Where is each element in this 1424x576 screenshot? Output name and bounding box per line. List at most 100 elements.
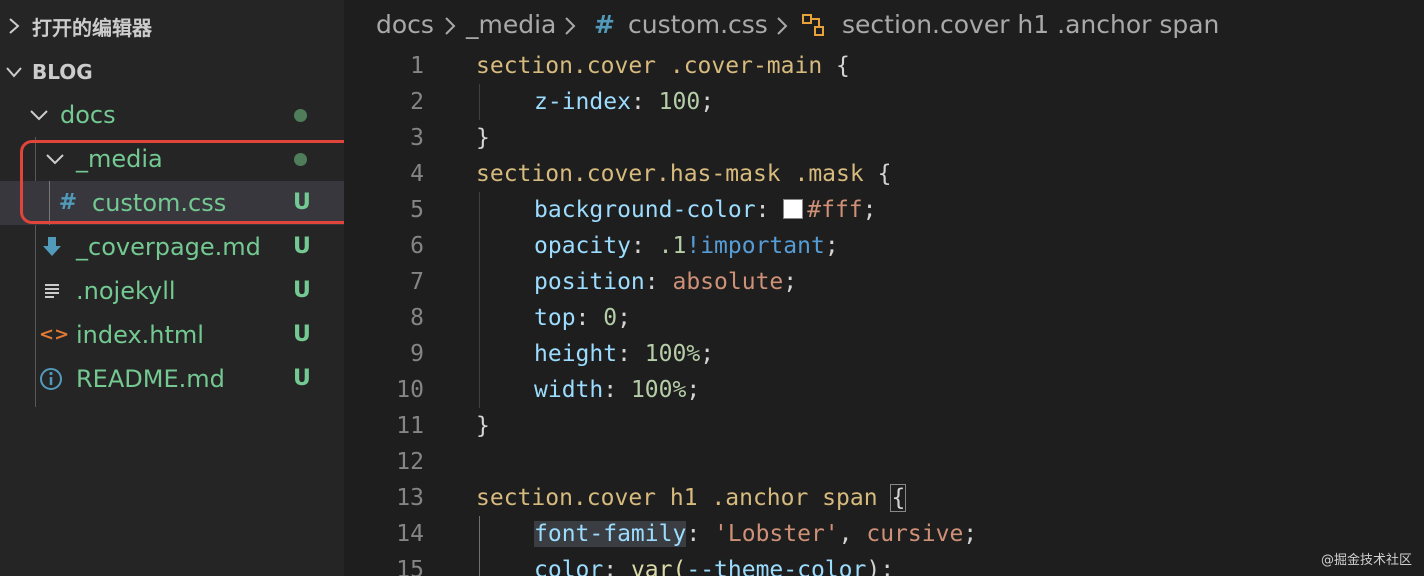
indent-guide [479, 84, 480, 120]
line-number: 4 [410, 161, 424, 187]
semicolon: ; [783, 269, 798, 295]
colon: : [630, 233, 659, 259]
code-line: position: absolute; [534, 264, 797, 300]
selector-symbol-icon [802, 14, 824, 36]
breadcrumb-docs[interactable]: docs [376, 10, 434, 39]
tree-item-coverpage[interactable]: _coverpage.md U [0, 225, 344, 269]
chevron-right-icon [565, 17, 576, 35]
css-value: absolute [672, 269, 784, 295]
open-editors-title: 打开的编辑器 [32, 15, 152, 40]
annotation-highlight-box [20, 140, 344, 224]
code-line: } [476, 120, 490, 156]
line-number: 1 [410, 53, 424, 79]
css-file-icon: # [594, 10, 615, 39]
semicolon: ; [617, 305, 631, 331]
code-line: section.cover h1 .anchor span { [476, 480, 907, 516]
css-property: width [534, 377, 604, 403]
brace: } [476, 125, 490, 151]
colon: : [644, 269, 673, 295]
code-line: section.cover.has-mask .mask { [476, 156, 891, 192]
css-value: #fff [807, 197, 863, 223]
open-editors-header[interactable]: 打开的编辑器 [0, 4, 344, 48]
code-line: z-index: 100; [534, 84, 714, 120]
semicolon: ; [700, 341, 715, 367]
project-header[interactable]: BLOG [0, 50, 344, 94]
css-selector: section.cover .cover-main [476, 53, 823, 79]
css-value: .1 [658, 233, 687, 259]
css-function: var( [630, 557, 687, 576]
git-status-badge: U [293, 366, 311, 391]
chevron-right-icon [777, 17, 788, 35]
css-variable: --theme-color [686, 557, 867, 576]
semicolon: ; [862, 197, 877, 223]
colon: : [603, 377, 631, 403]
css-property: z-index [534, 89, 631, 115]
git-status-badge: U [293, 234, 311, 259]
info-icon [40, 368, 62, 390]
code-line: background-color: #fff; [534, 192, 877, 228]
colon: : [603, 557, 631, 576]
colon: : [575, 305, 604, 331]
line-number: 3 [410, 125, 424, 151]
git-status-badge: U [293, 322, 311, 347]
important-keyword: !important [686, 233, 825, 259]
code-line: font-family: 'Lobster', cursive; [534, 516, 977, 552]
css-property: position [534, 269, 645, 295]
css-selector: section.cover h1 .anchor span [476, 485, 878, 511]
code-line: section.cover .cover-main { [476, 48, 850, 84]
tree-item-index-html[interactable]: <> index.html U [0, 313, 344, 357]
code-line: top: 0; [534, 300, 631, 336]
code-line: width: 100%; [534, 372, 700, 408]
css-string: 'Lobster' [714, 521, 839, 547]
line-number: 5 [410, 197, 424, 223]
css-value: 100% [630, 377, 687, 403]
brace: { [822, 53, 850, 79]
semicolon: ; [824, 233, 839, 259]
color-swatch[interactable] [783, 199, 804, 219]
css-property: color [534, 557, 604, 576]
chevron-right-icon [9, 18, 20, 34]
close-paren: ); [866, 557, 895, 576]
brace: { [863, 161, 892, 187]
code-line: height: 100%; [534, 336, 714, 372]
project-title: BLOG [32, 60, 93, 84]
tree-item-readme[interactable]: README.md U [0, 357, 344, 401]
css-property: opacity [534, 233, 631, 259]
html-file-icon: <> [39, 324, 70, 345]
breadcrumb-selector[interactable]: section.cover h1 .anchor span [842, 10, 1219, 39]
indent-guide [479, 192, 480, 408]
line-number: 14 [396, 521, 424, 547]
line-number: 11 [396, 413, 424, 439]
css-property: top [534, 305, 576, 331]
css-value: 100% [644, 341, 701, 367]
colon: : [617, 341, 645, 367]
code-line: } [476, 408, 490, 444]
brace: } [476, 413, 490, 439]
line-number: 6 [410, 233, 424, 259]
line-number: 13 [396, 485, 424, 511]
code-line: color: var(--theme-color); [534, 552, 894, 576]
line-number: 10 [396, 377, 424, 403]
indent-guide [479, 516, 480, 576]
line-number: 9 [410, 341, 424, 367]
code-line: opacity: .1!important; [534, 228, 839, 264]
line-number: 7 [410, 269, 424, 295]
line-number: 8 [410, 305, 424, 331]
git-status-badge: U [293, 278, 311, 303]
chevron-right-icon [445, 17, 456, 35]
download-arrow-icon [43, 237, 61, 256]
css-property: font-family [534, 521, 687, 547]
code-editor[interactable]: docs _media # custom.css section.cover h… [344, 0, 1424, 576]
modified-dot [294, 109, 307, 122]
breadcrumb-custom-css[interactable]: custom.css [628, 10, 768, 39]
chevron-down-icon [30, 110, 48, 121]
line-number: 15 [396, 557, 424, 576]
tree-item-docs[interactable]: docs [0, 93, 344, 137]
comma: , [838, 521, 867, 547]
semicolon: ; [963, 521, 978, 547]
tree-item-nojekyll[interactable]: .nojekyll U [0, 269, 344, 313]
colon: : [630, 89, 659, 115]
line-number: 12 [396, 449, 424, 475]
tree-item-label: docs [60, 101, 116, 129]
breadcrumb-media[interactable]: _media [466, 10, 556, 39]
